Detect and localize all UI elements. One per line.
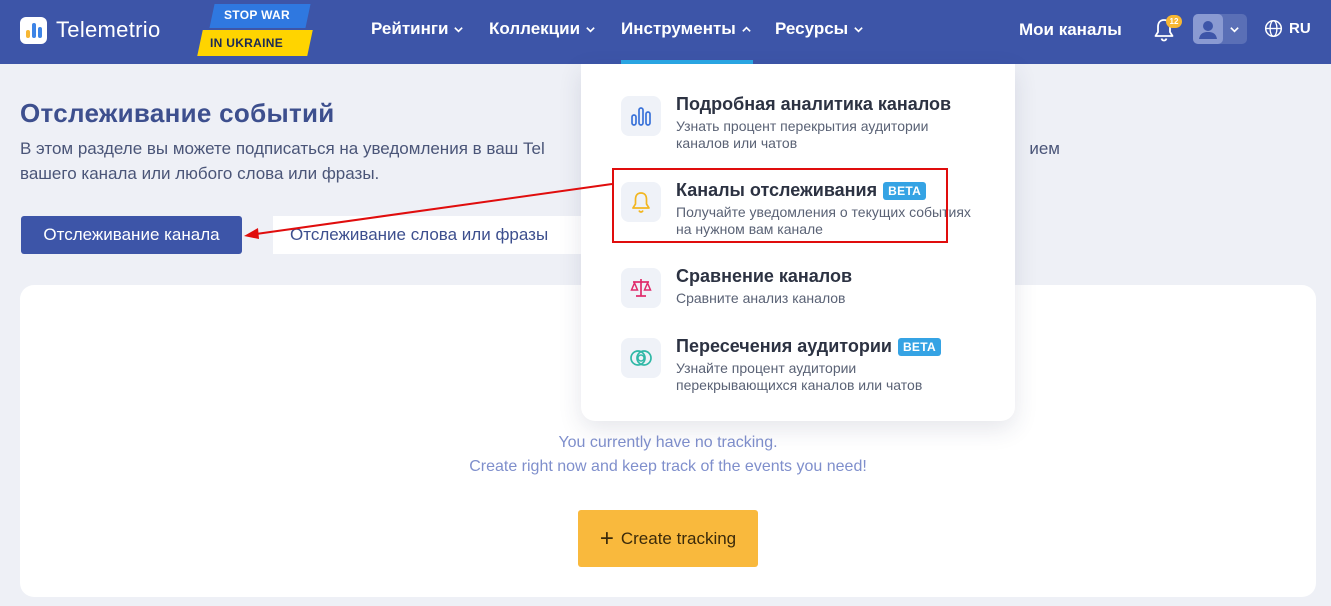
nav-resources-label: Ресурсы xyxy=(775,19,849,38)
description-text-left: В этом разделе вы можете подписаться на … xyxy=(20,139,545,158)
dropdown-item-desc: Сравните анализ каналов xyxy=(676,290,846,306)
dropdown-item-title: Сравнение каналов xyxy=(676,266,853,286)
stop-war-banner: STOP WAR IN UKRAINE xyxy=(196,2,314,58)
nav-collections[interactable]: Коллекции xyxy=(489,18,596,40)
page-title: Отслеживание событий xyxy=(20,98,335,128)
user-menu-button[interactable] xyxy=(1193,14,1247,44)
stop-war-text: STOP WAR xyxy=(224,8,290,22)
tab-word-tracking[interactable]: Отслеживание слова или фразы xyxy=(273,216,583,254)
top-navbar: Telemetrio STOP WAR IN UKRAINE Рейтинги … xyxy=(0,0,1331,64)
dropdown-item-desc: Узнать процент перекрытия аудитории кана… xyxy=(676,118,929,151)
annotation-highlight-box xyxy=(612,168,948,243)
empty-state-line2: Create right now and keep track of the e… xyxy=(469,458,867,475)
nav-tools-label: Инструменты xyxy=(621,19,736,38)
notification-badge: 12 xyxy=(1166,15,1182,28)
my-channels-link[interactable]: Мои каналы xyxy=(1019,20,1122,40)
description-text-right: ием xyxy=(1029,139,1060,158)
intersection-circles-icon xyxy=(621,338,661,378)
nav-ratings-label: Рейтинги xyxy=(371,19,449,38)
avatar xyxy=(1193,14,1223,44)
chevron-down-icon xyxy=(854,26,863,33)
tab-channel-tracking[interactable]: Отслеживание канала xyxy=(21,216,242,254)
chevron-down-icon xyxy=(454,26,464,33)
nav-tools[interactable]: Инструменты xyxy=(621,18,752,40)
dropdown-item-title: Пересечения аудитории BETA xyxy=(676,336,941,357)
nav-resources[interactable]: Ресурсы xyxy=(775,18,864,40)
scales-icon xyxy=(621,268,661,308)
logo-bars-icon xyxy=(20,16,47,44)
logo-text: Telemetrio xyxy=(56,17,161,42)
chevron-down-icon xyxy=(586,26,595,33)
chevron-down-icon xyxy=(1230,27,1239,33)
user-icon xyxy=(1199,21,1217,39)
in-ukraine-text: IN UKRAINE xyxy=(210,36,284,50)
nav-collections-label: Коллекции xyxy=(489,19,581,38)
create-tracking-button[interactable]: + Create tracking xyxy=(578,510,758,567)
plus-icon: + xyxy=(599,524,614,552)
globe-icon[interactable] xyxy=(1264,19,1283,38)
language-selector[interactable]: RU xyxy=(1289,20,1311,37)
beta-badge: BETA xyxy=(897,337,941,356)
dropdown-item-title: Подробная аналитика каналов xyxy=(676,94,952,114)
chevron-up-icon xyxy=(742,25,751,32)
dropdown-item-desc: Узнайте процент аудитории перекрывающихс… xyxy=(676,360,923,393)
analytics-bars-icon xyxy=(621,96,661,136)
create-tracking-label: Create tracking xyxy=(620,528,737,548)
logo[interactable]: Telemetrio xyxy=(20,16,160,44)
empty-state-line1: You currently have no tracking. xyxy=(558,434,778,451)
nav-ratings[interactable]: Рейтинги xyxy=(371,18,464,40)
